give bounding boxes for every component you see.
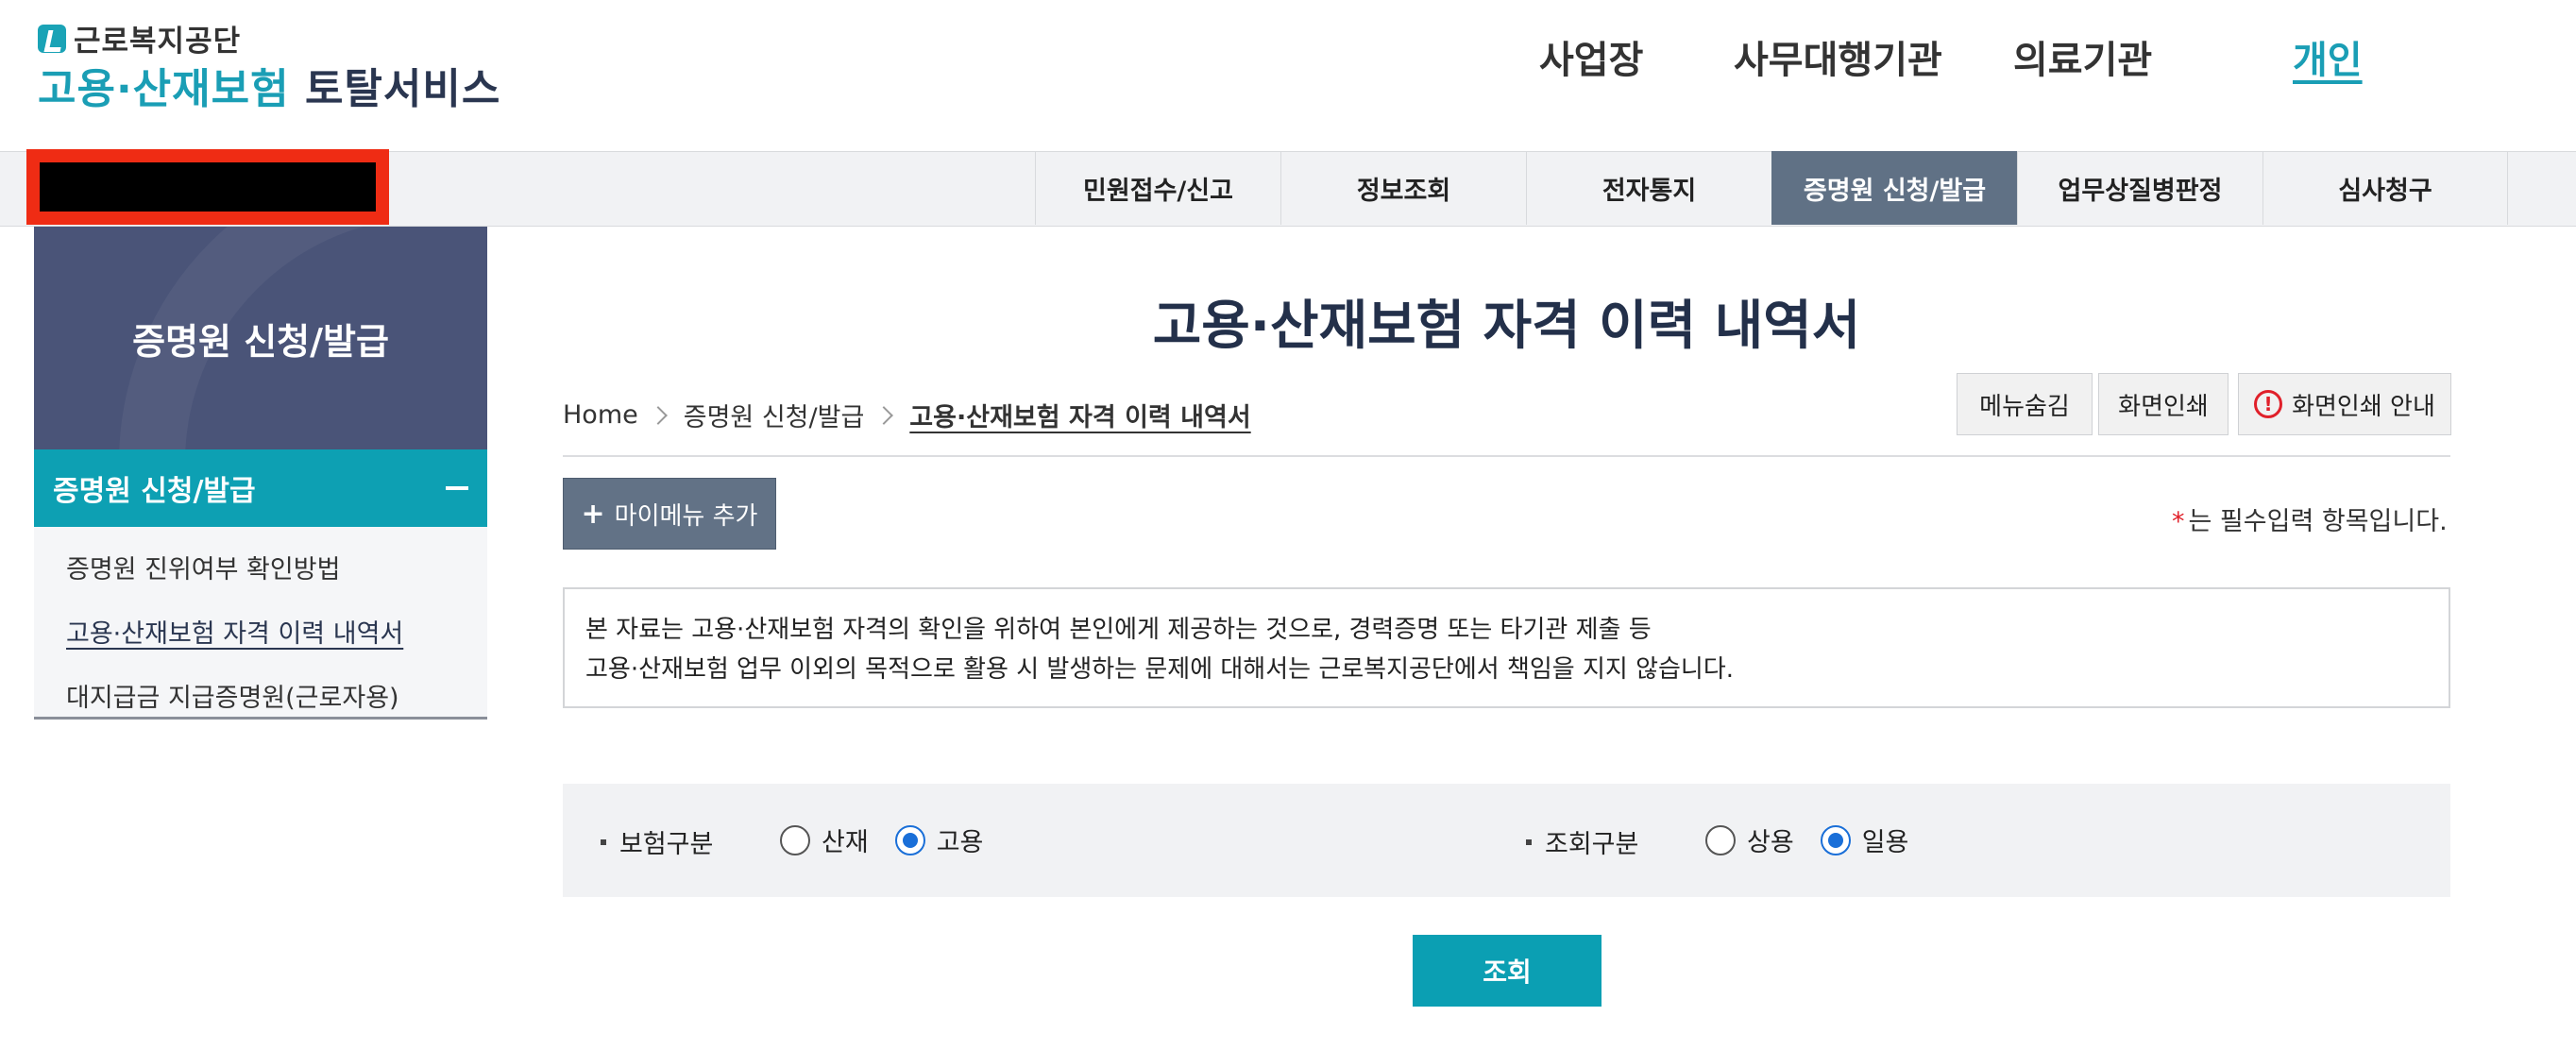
radio-industrial-accident[interactable] bbox=[780, 824, 810, 855]
top-nav-medical[interactable]: 의료기관 bbox=[2013, 28, 2152, 85]
alert-icon: ! bbox=[2254, 390, 2283, 418]
collapse-icon bbox=[446, 486, 468, 490]
service-logo[interactable]: 고용·산재보험 토탈서비스 bbox=[38, 55, 500, 115]
radio-label[interactable]: 산재 bbox=[822, 821, 869, 858]
sidebar-header: 증명원 신청/발급 bbox=[34, 227, 487, 449]
comwel-logo-icon bbox=[38, 24, 66, 53]
top-nav-personal[interactable]: 개인 bbox=[2293, 28, 2363, 85]
gnb-item-e-notice[interactable]: 전자통지 bbox=[1526, 151, 1771, 225]
top-nav-label: 사무대행기관 bbox=[1734, 39, 1942, 82]
logo-top[interactable]: 근로복지공단 bbox=[38, 17, 241, 59]
sidebar-title: 증명원 신청/발급 bbox=[132, 320, 389, 363]
search-button[interactable]: 조회 bbox=[1413, 935, 1602, 1007]
gnb-item-review-claim[interactable]: 심사청구 bbox=[2262, 151, 2508, 225]
sidebar-list: 증명원 진위여부 확인방법 고용·산재보험 자격 이력 내역서 대지급금 지급증… bbox=[34, 527, 487, 720]
notice-box: 본 자료는 고용·산재보험 자격의 확인을 위하여 본인에게 제공하는 것으로,… bbox=[563, 587, 2450, 708]
breadcrumb-home[interactable]: Home bbox=[563, 400, 638, 430]
required-star: * bbox=[2172, 507, 2185, 536]
notice-line: 본 자료는 고용·산재보험 자격의 확인을 위하여 본인에게 제공하는 것으로,… bbox=[585, 616, 1652, 644]
sidebar-item-qualification-history[interactable]: 고용·산재보험 자격 이력 내역서 bbox=[34, 602, 487, 667]
radio-label[interactable]: 일용 bbox=[1862, 821, 1909, 858]
top-nav-label: 사업장 bbox=[1539, 39, 1644, 82]
required-note-text: 는 필수입력 항목입니다. bbox=[2188, 507, 2448, 536]
chevron-right-icon bbox=[648, 405, 668, 425]
page-title: 고용·산재보험 자격 이력 내역서 bbox=[1152, 296, 1861, 357]
top-nav-label: 의료기관 bbox=[2013, 39, 2153, 82]
query-type-text: 조회구분 bbox=[1545, 830, 1639, 859]
breadcrumb: Home 증명원 신청/발급 고용·산재보험 자격 이력 내역서 bbox=[563, 397, 1251, 433]
title-divider bbox=[563, 455, 2450, 457]
notice-line: 고용·산재보험 업무 이외의 목적으로 활용 시 발생하는 문제에 대해서는 근… bbox=[585, 655, 1735, 684]
sidebar-section-toggle[interactable]: 증명원 신청/발급 bbox=[34, 449, 487, 527]
print-button[interactable]: 화면인쇄 bbox=[2098, 373, 2229, 435]
bullet-icon bbox=[1526, 838, 1532, 845]
radio-label[interactable]: 고용 bbox=[937, 821, 984, 858]
service-name-teal: 고용·산재보험 bbox=[38, 65, 290, 113]
add-mymenu-button[interactable]: + 마이메뉴 추가 bbox=[563, 478, 776, 550]
query-type-radios: 상용 일용 bbox=[1705, 821, 1935, 858]
top-nav-agency[interactable]: 사무대행기관 bbox=[1734, 28, 1942, 85]
sidebar-item-substitute-payment-cert[interactable]: 대지급금 지급증명원(근로자용) bbox=[34, 667, 487, 731]
redacted-area bbox=[40, 162, 376, 212]
breadcrumb-category[interactable]: 증명원 신청/발급 bbox=[684, 397, 865, 433]
hide-menu-button[interactable]: 메뉴숨김 bbox=[1957, 373, 2093, 435]
plus-icon: + bbox=[581, 497, 605, 531]
radio-daily[interactable] bbox=[1820, 824, 1851, 855]
gnb-item-occupational-disease[interactable]: 업무상질병판정 bbox=[2017, 151, 2262, 225]
top-nav-business[interactable]: 사업장 bbox=[1539, 28, 1643, 85]
gnb-item-certificate[interactable]: 증명원 신청/발급 bbox=[1771, 151, 2017, 225]
gnb-menu: 민원접수/신고 정보조회 전자통지 증명원 신청/발급 업무상질병판정 심사청구 bbox=[1035, 151, 2508, 225]
insurance-type-radios: 산재 고용 bbox=[780, 821, 1009, 858]
insurance-type-text: 보험구분 bbox=[619, 830, 714, 859]
insurance-type-label: 보험구분 bbox=[601, 823, 713, 860]
gnb-item-info-lookup[interactable]: 정보조회 bbox=[1280, 151, 1526, 225]
add-mymenu-label: 마이메뉴 추가 bbox=[614, 501, 758, 531]
breadcrumb-current[interactable]: 고용·산재보험 자격 이력 내역서 bbox=[909, 397, 1250, 433]
query-type-label: 조회구분 bbox=[1526, 823, 1638, 860]
radio-regular[interactable] bbox=[1705, 824, 1736, 855]
radio-employment[interactable] bbox=[894, 824, 925, 855]
service-name-dark: 토탈서비스 bbox=[304, 65, 501, 113]
gnb-item-civil-application[interactable]: 민원접수/신고 bbox=[1035, 151, 1280, 225]
print-guide-label: 화면인쇄 안내 bbox=[2292, 392, 2435, 421]
required-note: * 는 필수입력 항목입니다. bbox=[2172, 500, 2448, 537]
sidebar-item-authenticity-check[interactable]: 증명원 진위여부 확인방법 bbox=[34, 538, 487, 602]
org-name: 근로복지공단 bbox=[74, 25, 242, 59]
radio-label[interactable]: 상용 bbox=[1747, 821, 1794, 858]
chevron-right-icon bbox=[874, 405, 894, 425]
print-guide-button[interactable]: ! 화면인쇄 안내 bbox=[2238, 373, 2451, 435]
sidebar-section-label: 증명원 신청/발급 bbox=[53, 475, 256, 508]
bullet-icon bbox=[601, 838, 606, 845]
top-nav-label: 개인 bbox=[2293, 39, 2363, 82]
